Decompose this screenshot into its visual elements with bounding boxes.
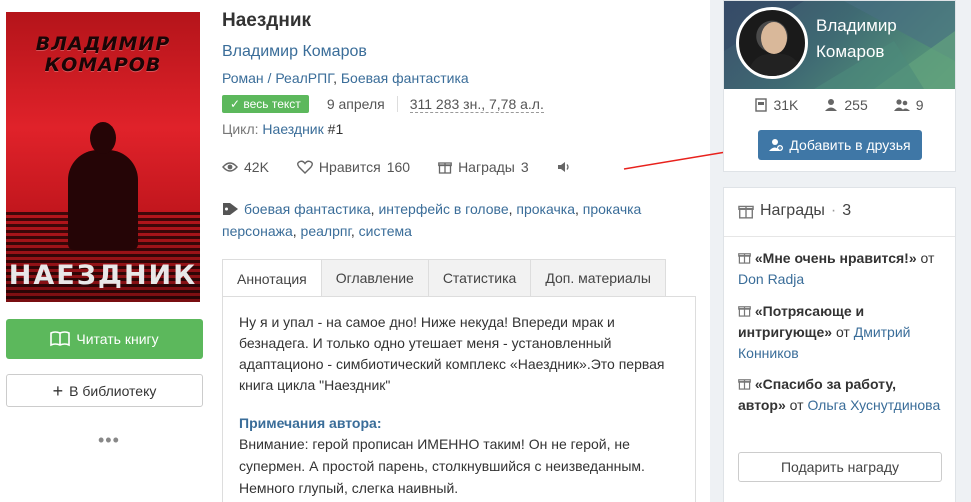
award-giver-link[interactable]: Ольга Хуснутдинова xyxy=(807,397,940,413)
gift-icon xyxy=(738,253,751,264)
award-item: «Спасибо за работу, автор» от Ольга Хусн… xyxy=(738,376,941,413)
add-to-library-button[interactable]: + В библиотеку xyxy=(6,374,203,407)
more-options-button[interactable]: ••• xyxy=(98,430,120,451)
heart-icon xyxy=(296,160,313,174)
award-item: «Мне очень нравится!» от Don Radja xyxy=(738,250,935,287)
annotation-panel: Ну я и упал - на самое дно! Ниже некуда!… xyxy=(222,296,696,502)
avatar[interactable] xyxy=(736,7,808,79)
listen-button[interactable] xyxy=(557,160,571,174)
award-item: «Потрясающе и интригующе» от Дмитрий Кон… xyxy=(738,303,911,361)
read-book-button[interactable]: Читать книгу xyxy=(6,319,203,359)
tab-annotation[interactable]: Аннотация xyxy=(222,259,322,297)
cover-author: ВЛАДИМИР КОМАРОВ xyxy=(35,33,171,76)
followers-stat[interactable]: 31K xyxy=(755,97,798,113)
users-icon xyxy=(893,99,910,111)
book-card: ВЛАДИМИР КОМАРОВ НАЕЗДНИК Читать книгу +… xyxy=(0,0,756,502)
publish-date: 9 апреля xyxy=(326,96,385,112)
book-tabs: Аннотация Оглавление Статистика Доп. мат… xyxy=(222,259,666,297)
add-user-icon xyxy=(769,139,784,151)
profile-stats: 31K 255 9 xyxy=(724,97,955,113)
gift-icon xyxy=(738,205,754,219)
tag-link[interactable]: реалрпг xyxy=(301,223,351,239)
speaker-icon xyxy=(557,162,569,172)
cover-silhouette xyxy=(68,150,138,250)
book-size[interactable]: 311 283 зн., 7,78 а.л. xyxy=(409,96,544,113)
gift-icon xyxy=(438,162,452,174)
awards-header: Награды · 3 xyxy=(738,202,851,220)
awards-counter[interactable]: Награды 3 xyxy=(438,159,529,175)
book-icon xyxy=(50,331,71,347)
book-title: Наездник xyxy=(222,10,312,31)
read-book-label: Читать книгу xyxy=(76,331,159,347)
status-badge: ✓ весь текст xyxy=(222,95,309,113)
cover-title: НАЕЗДНИК xyxy=(8,260,198,291)
divider xyxy=(724,236,955,237)
cycle-link[interactable]: Наездник xyxy=(262,121,323,137)
divider xyxy=(396,96,398,112)
genre-link[interactable]: Роман xyxy=(222,70,264,86)
cover-silhouette-head xyxy=(90,122,116,154)
views-counter: 42K xyxy=(222,159,269,175)
author-notes-text: Внимание: герой прописан ИМЕННО таким! О… xyxy=(239,436,645,496)
author-notes-title: Примечания автора: xyxy=(239,415,382,431)
plus-icon: + xyxy=(52,380,64,401)
user-icon xyxy=(825,99,838,111)
check-icon: ✓ xyxy=(230,97,244,111)
add-to-library-label: В библиотеку xyxy=(69,382,157,399)
book-counters: 42K Нравится 160 Награды 3 xyxy=(222,159,599,175)
book-tags: боевая фантастика, интерфейс в голове, п… xyxy=(222,201,642,239)
genre-link[interactable]: РеалРПГ xyxy=(275,70,333,86)
gift-icon xyxy=(738,306,751,317)
book-meta: ✓ весь текст 9 апреля 311 283 зн., 7,78 … xyxy=(222,94,544,114)
gift-icon xyxy=(738,379,751,390)
book-author-link[interactable]: Владимир Комаров xyxy=(222,43,367,61)
profile-name-link[interactable]: Владимир Комаров xyxy=(816,13,946,65)
give-award-button[interactable]: Подарить награду xyxy=(738,452,942,482)
awards-card: Награды · 3 «Мне очень нравится!» от Don… xyxy=(723,187,956,502)
tab-contents[interactable]: Оглавление xyxy=(320,259,429,296)
tab-extra-materials[interactable]: Доп. материалы xyxy=(530,259,666,296)
add-friend-button[interactable]: Добавить в друзья xyxy=(758,130,922,160)
genres: Роман / РеалРПГ, Боевая фантастика xyxy=(222,70,469,86)
tag-link[interactable]: интерфейс в голове xyxy=(378,201,508,217)
eye-icon xyxy=(222,162,238,172)
friends-stat[interactable]: 255 xyxy=(824,97,868,113)
tag-link[interactable]: система xyxy=(359,223,412,239)
author-profile-card: Владимир Комаров 31K 255 9 Добавить в др… xyxy=(723,0,956,172)
cycle-number: #1 xyxy=(327,121,344,137)
tab-statistics[interactable]: Статистика xyxy=(427,259,532,296)
book-cover[interactable]: ВЛАДИМИР КОМАРОВ НАЕЗДНИК xyxy=(6,12,200,302)
genre-link[interactable]: Боевая фантастика xyxy=(341,70,469,86)
cycle-info: Цикл: Наездник #1 xyxy=(222,121,344,137)
like-button[interactable]: Нравится 160 xyxy=(296,159,410,175)
mutual-stat[interactable]: 9 xyxy=(893,97,924,113)
annotation-text: Ну я и упал - на самое дно! Ниже некуда!… xyxy=(239,314,665,393)
tag-icon xyxy=(223,203,238,215)
tag-link[interactable]: боевая фантастика xyxy=(244,201,371,217)
award-giver-link[interactable]: Don Radja xyxy=(738,271,804,287)
tag-link[interactable]: прокачка xyxy=(516,201,575,217)
library-icon xyxy=(755,98,768,112)
